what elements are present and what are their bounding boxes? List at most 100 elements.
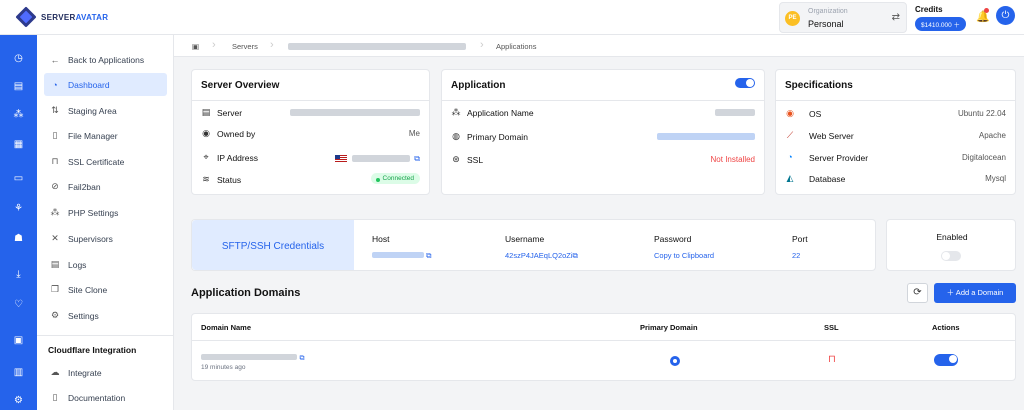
sidebar-item-php-settings[interactable]: ⁂ PHP Settings — [44, 201, 167, 224]
database-icon[interactable]: ▦ — [0, 139, 37, 150]
server-name-value — [290, 109, 420, 118]
divider — [192, 340, 1015, 341]
username-value[interactable]: 42szP4JAEqLQ2oZi⧉ — [505, 251, 578, 261]
tools-icon: ✕ — [51, 233, 59, 243]
dashboard-icon[interactable]: ◷ — [0, 53, 37, 64]
server-provider-row: ◔ Server Provider Digitalocean — [785, 151, 1006, 165]
back-to-applications-link[interactable]: ← Back to Applications — [44, 48, 167, 71]
column-header: SSL — [824, 323, 839, 332]
servers-icon[interactable]: ▤ — [0, 81, 37, 92]
notification-dot — [984, 8, 989, 13]
sidebar-section-title: Cloudflare Integration — [48, 345, 137, 355]
cloud-icon: ☁ — [50, 367, 60, 377]
switch-icon[interactable]: ⇄ — [892, 12, 900, 23]
sidebar-item-fail2ban[interactable]: ⊘ Fail2ban — [44, 175, 167, 198]
sidebar-item-settings[interactable]: ⚙ Settings — [44, 304, 167, 327]
password-label: Password — [654, 234, 692, 244]
document-icon: ▯ — [52, 392, 58, 402]
section-title: Application Domains — [191, 287, 301, 299]
icon-rail: ◷ ▤ ⁂ ▦ ▭ ⚘ ☗ ⤓ ♡ ▣ ▥ ⚙ — [0, 35, 37, 410]
billing-icon[interactable]: ▣ — [0, 335, 37, 346]
application-toggle[interactable] — [735, 78, 755, 88]
ban-icon: ⊘ — [51, 181, 59, 191]
network-icon[interactable]: ⚘ — [0, 203, 37, 214]
domain-action-toggle[interactable] — [934, 354, 958, 366]
storage-icon[interactable]: ▭ — [0, 173, 37, 184]
us-flag-icon — [334, 154, 347, 163]
sidebar-item-documentation[interactable]: ▯ Documentation — [44, 386, 167, 409]
gauge-icon: ◔ — [52, 79, 58, 90]
copy-password-link[interactable]: Copy to Clipboard — [654, 251, 714, 260]
apps-icon: ⁂ — [451, 107, 461, 117]
sidebar: ← Back to Applications ◔ Dashboard ⇅ Sta… — [37, 35, 174, 410]
copy-icon[interactable]: ⧉ — [414, 154, 420, 163]
port-label: Port — [792, 234, 808, 244]
breadcrumb: ▣ › Servers › › Applications — [174, 35, 1024, 57]
team-icon[interactable]: ☗ — [0, 233, 37, 244]
primary-domain-radio[interactable] — [670, 356, 680, 366]
home-icon[interactable]: ▣ — [192, 42, 199, 51]
credentials-title: SFTP/SSH Credentials — [221, 241, 325, 252]
log-icon: ▤ — [50, 259, 60, 269]
sidebar-item-staging-area[interactable]: ⇅ Staging Area — [44, 99, 167, 122]
sidebar-item-ssl-certificate[interactable]: ⊓ SSL Certificate — [44, 150, 167, 173]
breadcrumb-separator: › — [212, 39, 216, 51]
username-column: Username 42szP4JAEqLQ2oZi⧉ — [505, 234, 578, 261]
server-overview-card: Server Overview ▤ Server ◉ Owned by Me ⌖… — [191, 69, 430, 195]
deploy-icon[interactable]: ⤓ — [0, 269, 37, 280]
apps-icon[interactable]: ⁂ — [0, 109, 37, 120]
integrations-icon[interactable]: ⚙ — [0, 395, 37, 406]
domains-table: Domain Name Primary Domain SSL Actions ⧉… — [191, 313, 1016, 381]
unlock-icon: ⊓ — [828, 354, 836, 365]
wifi-icon: ≋ — [202, 174, 210, 184]
php-icon: ⁂ — [50, 207, 60, 217]
enabled-label: Enabled — [936, 232, 968, 242]
sidebar-item-file-manager[interactable]: ▯ File Manager — [44, 124, 167, 147]
logo[interactable]: SERVERAVATAR — [15, 6, 108, 28]
username-label: Username — [505, 234, 545, 244]
sidebar-divider — [37, 335, 174, 336]
reports-icon[interactable]: ▥ — [0, 367, 37, 378]
divider — [776, 100, 1015, 101]
add-domain-button[interactable]: ＋ Add a Domain — [934, 283, 1016, 303]
sftp-credentials-card: SFTP/SSH Credentials Host ⧉ Username 42s… — [191, 219, 876, 271]
column-header: Domain Name — [201, 323, 252, 332]
host-value[interactable]: ⧉ — [372, 251, 431, 261]
sidebar-item-supervisors[interactable]: ✕ Supervisors — [44, 227, 167, 250]
file-icon: ▯ — [52, 130, 58, 140]
status-badge: Connected — [370, 173, 420, 184]
sidebar-item-logs[interactable]: ▤ Logs — [44, 253, 167, 276]
power-icon[interactable]: ⏻ — [996, 6, 1015, 25]
clone-icon: ❐ — [50, 284, 60, 294]
top-bar: SERVERAVATAR PE Organization Personal ⇄ … — [0, 0, 1024, 35]
staging-icon: ⇅ — [51, 105, 59, 115]
copy-icon: ⧉ — [426, 251, 432, 260]
sidebar-item-integrate[interactable]: ☁ Integrate — [44, 361, 167, 384]
primary-domain-value[interactable] — [657, 133, 755, 142]
breadcrumb-server-name[interactable] — [288, 43, 466, 52]
sftp-enabled-toggle[interactable] — [941, 251, 961, 261]
breadcrumb-separator: › — [480, 39, 484, 51]
database-row: ◭ Database Mysql — [786, 173, 1006, 184]
sidebar-item-site-clone[interactable]: ❐ Site Clone — [44, 278, 167, 301]
arrow-left-icon: ← — [50, 54, 60, 65]
breadcrumb-separator: › — [270, 39, 274, 51]
card-title: Specifications — [785, 80, 853, 91]
org-avatar: PE — [785, 11, 800, 26]
ssl-icon: ⊛ — [452, 154, 460, 164]
credits-amount-button[interactable]: $1410.000 ＋ — [915, 17, 967, 31]
gear-icon: ⚙ — [50, 310, 60, 320]
refresh-button[interactable]: ⟳ — [907, 283, 928, 303]
organization-switcher[interactable]: PE Organization Personal ⇄ — [779, 2, 907, 33]
server-row: ▤ Server — [201, 106, 420, 120]
web-server-row: ⟋ Web Server Apache — [786, 130, 1006, 141]
domain-name-link[interactable]: ⧉ — [201, 352, 305, 363]
owned-by-row: ◉ Owned by Me — [202, 128, 420, 139]
column-header: Actions — [932, 323, 960, 332]
port-column: Port 22 — [792, 234, 808, 260]
sidebar-item-dashboard[interactable]: ◔ Dashboard — [44, 73, 167, 96]
host-column: Host ⧉ — [372, 234, 431, 261]
column-header: Primary Domain — [640, 323, 698, 332]
security-icon[interactable]: ♡ — [0, 299, 37, 310]
breadcrumb-servers[interactable]: Servers — [232, 42, 258, 51]
